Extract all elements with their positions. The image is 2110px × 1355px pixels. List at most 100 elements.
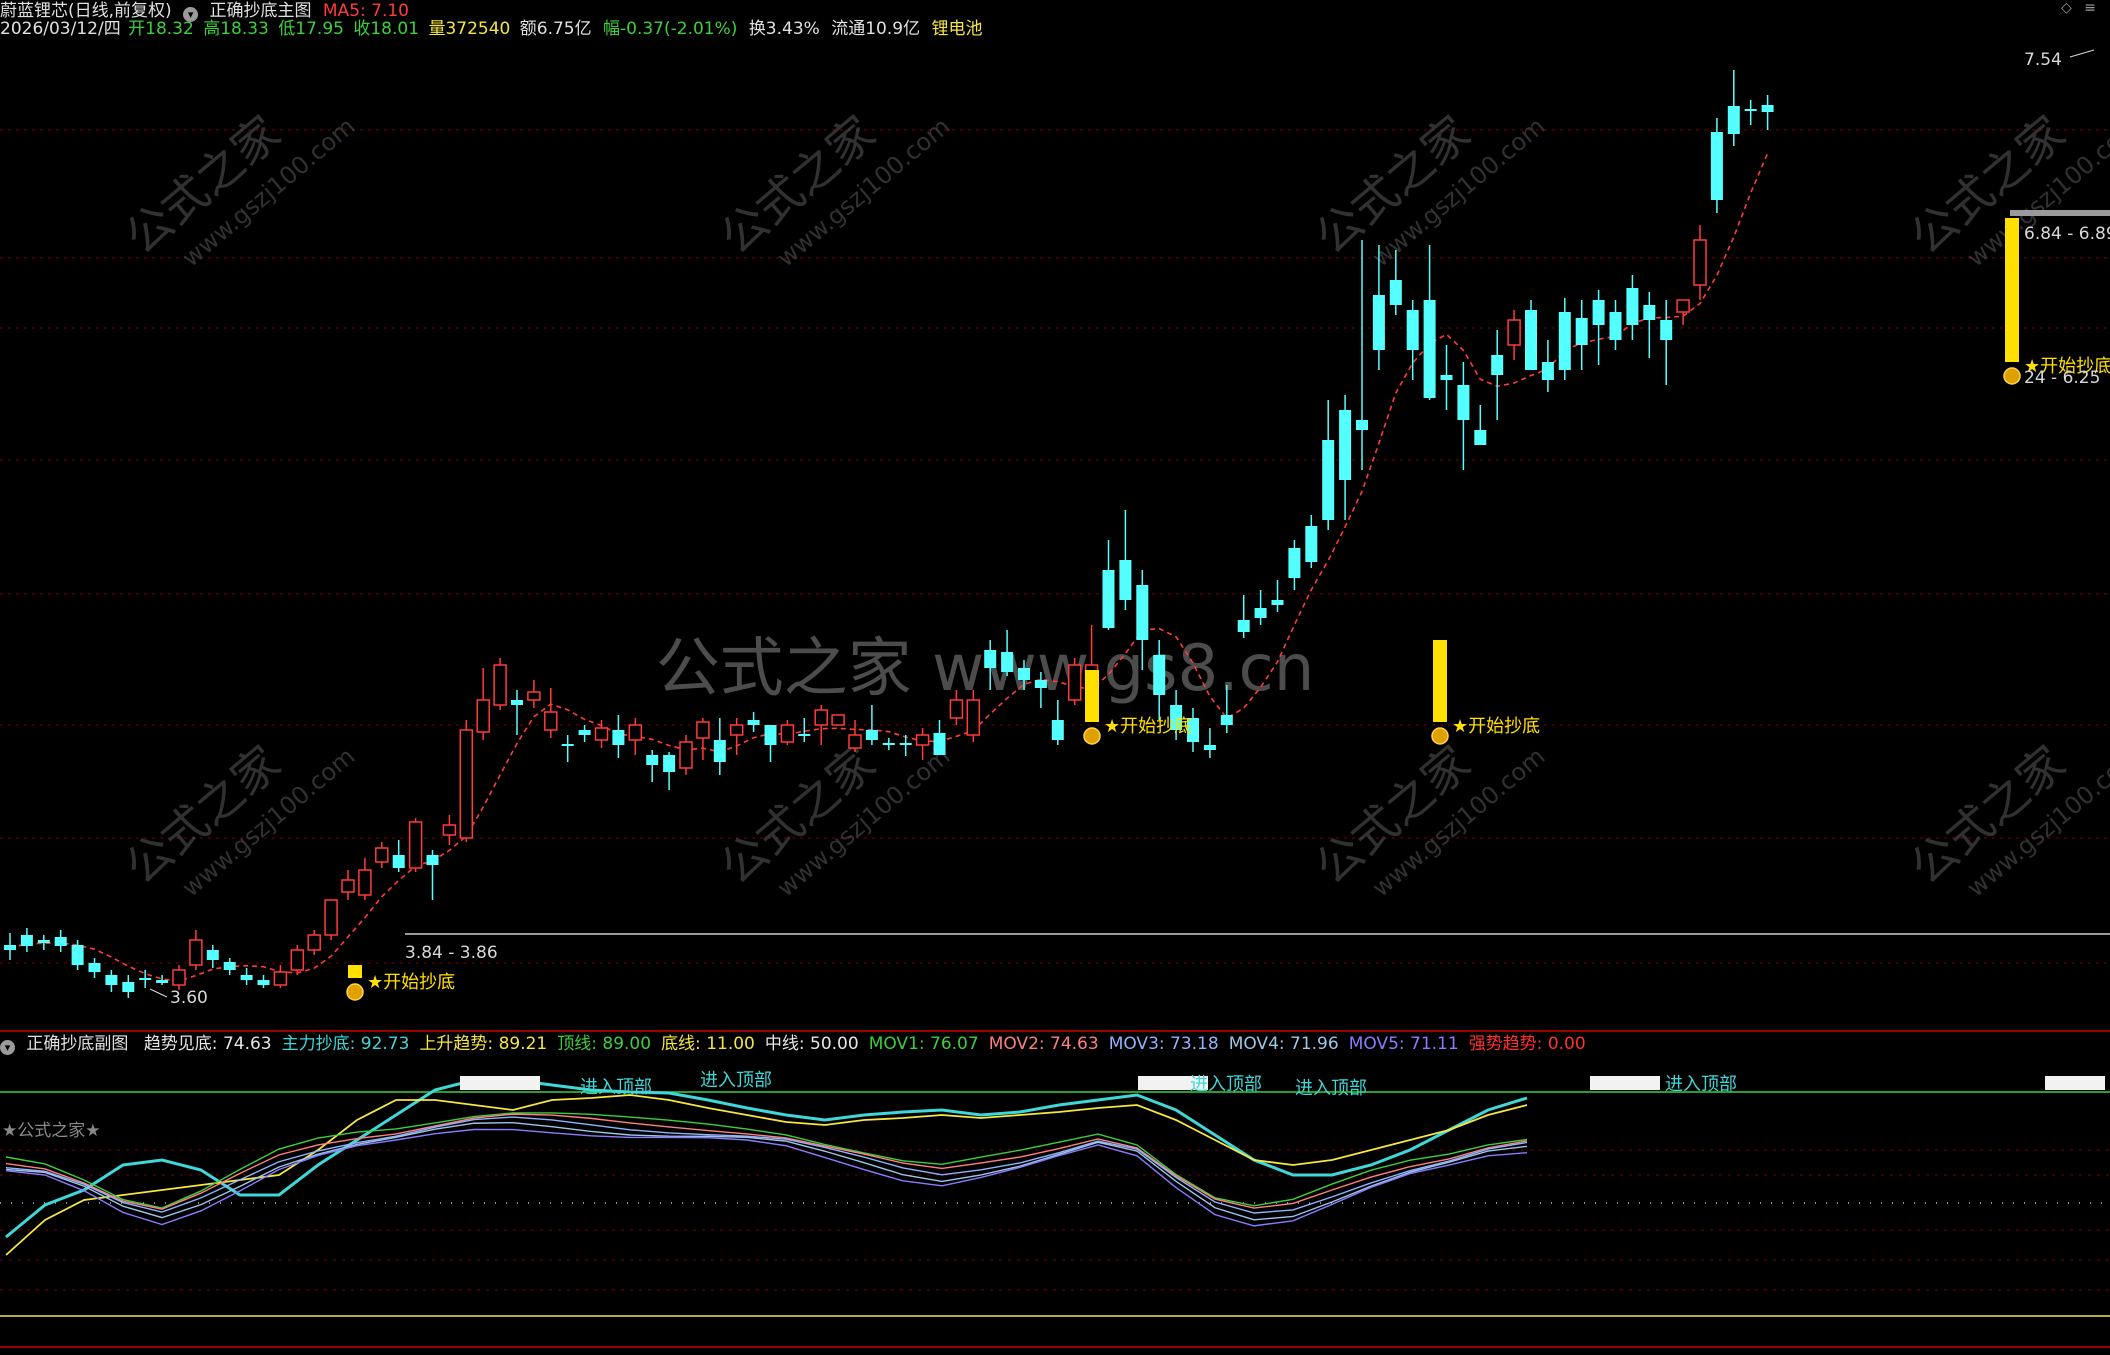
indicator-value-5: 中线: 50.00	[764, 1034, 859, 1054]
candle-down	[257, 980, 270, 985]
candle-down	[1237, 620, 1250, 632]
candle-down	[984, 650, 997, 668]
enter-top-label: 进入顶部	[1190, 1074, 1262, 1095]
indicator-value-2: 上升趋势: 89.21	[419, 1034, 548, 1054]
candle-down	[1626, 288, 1639, 325]
main-header-row2: 2026/03/12/四 开18.32 高18.33 低17.95 收18.01…	[0, 18, 989, 40]
candle-up	[628, 724, 643, 741]
candle-down	[1474, 430, 1487, 445]
pane-divider[interactable]	[0, 1030, 2110, 1032]
candle-down	[1525, 310, 1537, 370]
turnover-value: 换3.43%	[748, 19, 820, 39]
watermark-tile: 公式之家www.gszj100.com	[710, 735, 956, 902]
candle-up	[814, 709, 828, 726]
candle-up	[476, 699, 490, 733]
candle-down	[612, 730, 625, 745]
price-high-pointer	[2069, 49, 2095, 58]
signal-bar	[1433, 640, 1447, 722]
candle-down	[392, 855, 405, 868]
candle-up	[324, 899, 338, 936]
candle-up	[172, 969, 186, 986]
candle-up	[831, 714, 845, 726]
candle-down	[1051, 720, 1064, 740]
candle-down	[1440, 375, 1453, 380]
candle-up	[358, 869, 372, 896]
high-label: 高	[203, 19, 221, 39]
candle-down	[1372, 295, 1385, 350]
float-cap-value: 流通10.9亿	[831, 19, 921, 39]
menu-icon[interactable]: ≡	[2084, 0, 2096, 16]
candle-down	[1203, 745, 1216, 750]
overbought-block	[460, 1076, 540, 1090]
candle-up	[1507, 319, 1521, 346]
candle-down	[1727, 106, 1740, 134]
candle-down	[646, 755, 659, 765]
buy-signal-label: ★开始抄底	[367, 972, 455, 993]
candle-down	[139, 978, 152, 980]
candle-down	[1541, 362, 1554, 380]
volume-label: 量	[428, 19, 446, 39]
quote-date: 2026/03/12/四	[0, 19, 121, 39]
candle-down	[1660, 320, 1673, 340]
candle-down	[1305, 526, 1318, 562]
candle-down	[20, 935, 33, 946]
candle-down	[1643, 305, 1656, 320]
candle-down	[663, 755, 676, 772]
diamond-icon[interactable]: ◇	[2061, 0, 2072, 16]
amount-value: 额6.75亿	[519, 19, 592, 39]
indicator-value-0: 趋势见底: 74.63	[143, 1034, 272, 1054]
buy-signal-label: ★开始抄底	[1452, 716, 1540, 737]
indicator-value-8: MOV3: 73.18	[1108, 1034, 1219, 1054]
side-watermark: ★公式之家★	[2, 1121, 100, 1141]
candle-down	[1018, 668, 1030, 680]
candle-down	[240, 975, 253, 980]
candle-down	[511, 700, 523, 705]
indicator-value-4: 底线: 11.00	[661, 1034, 755, 1054]
candle-down	[1322, 440, 1335, 520]
candle-up	[307, 934, 321, 951]
candle-up	[189, 939, 203, 966]
candle-down	[54, 937, 67, 946]
watermark-tile: 公式之家www.gszj100.com	[115, 735, 361, 902]
candle-down	[1119, 560, 1132, 600]
watermark-tile: 公式之家www.gszj100.com	[115, 105, 361, 272]
candle-down	[4, 945, 16, 950]
price-high-label: 7.54	[2024, 50, 2062, 70]
high-value: 18.33	[220, 19, 269, 39]
watermark-tile: 公式之家www.gszj100.com	[1900, 735, 2110, 902]
candle-down	[1288, 548, 1301, 578]
candle-down	[933, 733, 946, 755]
money-bag-icon	[1431, 727, 1449, 745]
candle-down	[1710, 132, 1723, 200]
open-label: 开	[128, 19, 146, 39]
candle-down	[37, 940, 50, 943]
enter-top-labels: 进入顶部 进入顶部 进入顶部 进入顶部 进入顶部	[460, 1070, 2105, 1099]
candle-down	[71, 945, 84, 965]
candle-up	[949, 699, 964, 719]
buy-signals: ★开始抄底★开始抄底 ★开始抄底★开始抄底	[346, 218, 2110, 1001]
candle-down	[1406, 310, 1419, 350]
range-label-right-bottom: 24 - 6.25	[2024, 368, 2100, 388]
indicator-value-11: 强势趋势: 0.00	[1468, 1034, 1586, 1054]
candle-down	[1609, 312, 1622, 340]
candle-up	[290, 949, 305, 971]
range-label-right-top: 6.84 - 6.89	[2024, 224, 2110, 244]
sector-name[interactable]: 锂电池	[932, 19, 983, 39]
candle-down	[1761, 105, 1774, 112]
signal-bar	[1085, 670, 1099, 722]
candle-up	[273, 971, 288, 986]
candle-up	[375, 847, 389, 863]
candle-up	[527, 691, 541, 701]
oscillator-lines	[5, 1078, 1528, 1256]
candle-down	[122, 982, 135, 992]
main-bottom-line	[5, 1078, 1528, 1239]
candle-down	[747, 720, 760, 725]
main-candlestick-chart[interactable]: 公式之家www.gszj100.com 公式之家www.gszj100.com 公式…	[0, 40, 2110, 1030]
sub-title[interactable]: 正确抄底副图	[26, 1034, 128, 1054]
chevron-down-icon[interactable]: ▾	[0, 1040, 15, 1055]
candle-down	[1457, 385, 1470, 420]
change-value: -0.37(-2.01%)	[620, 19, 738, 39]
oscillator-chart[interactable]: ★公式之家★ 进入顶部 进入顶部 进入顶部 进入顶部 进入顶部	[0, 1058, 2110, 1355]
enter-top-label: 进入顶部	[580, 1077, 652, 1098]
window-control-icons: ◇ ≡	[2061, 0, 2096, 16]
